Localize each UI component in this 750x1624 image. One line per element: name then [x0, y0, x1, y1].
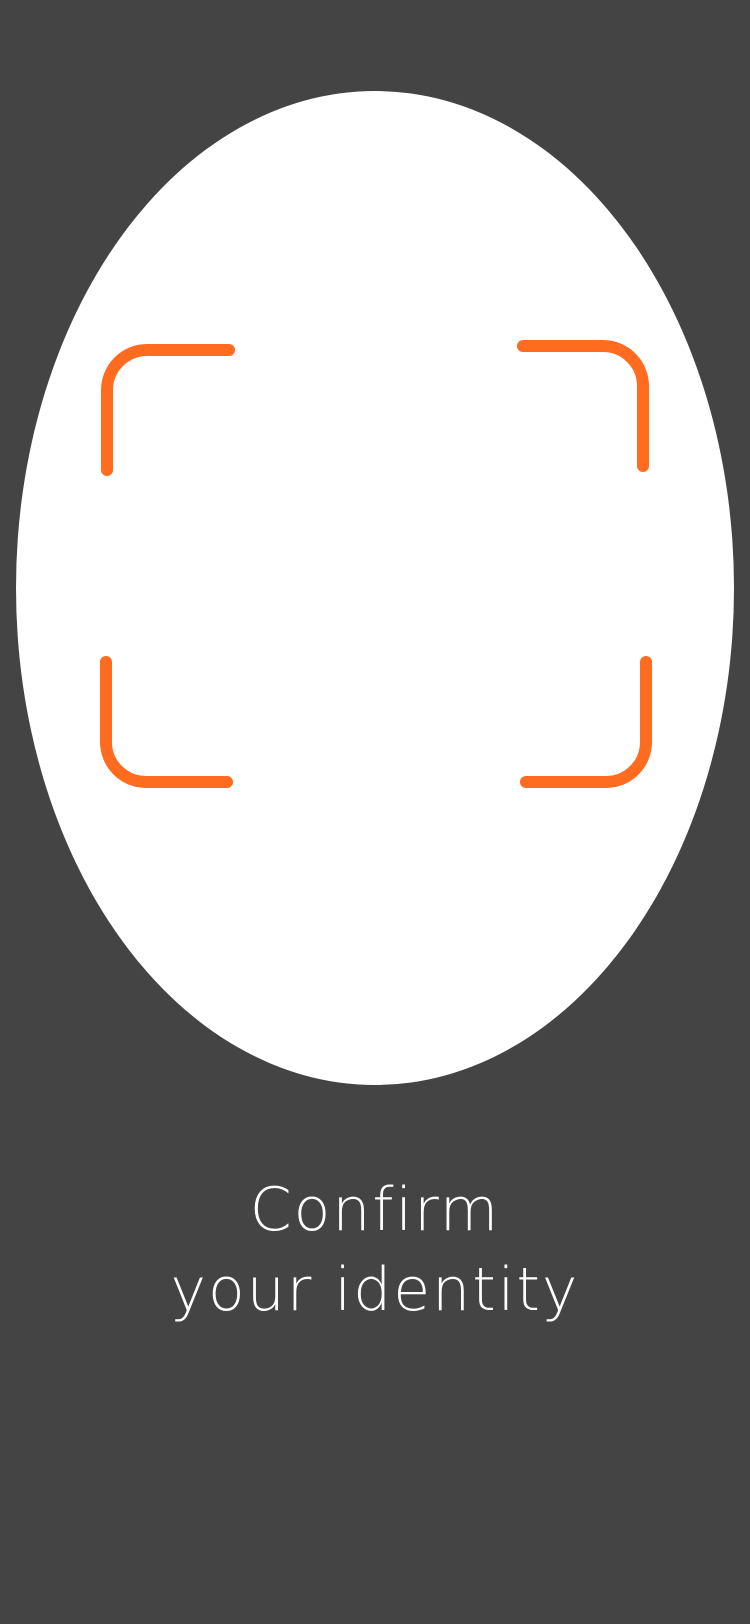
prompt-line-1: Confirm	[249, 1175, 501, 1245]
face-oval	[16, 91, 734, 1085]
face-capture-area	[0, 0, 750, 1120]
face-oval-svg	[16, 91, 734, 1085]
identity-prompt: Confirm your identity	[0, 1170, 750, 1330]
prompt-line-2: your identity	[170, 1255, 580, 1325]
